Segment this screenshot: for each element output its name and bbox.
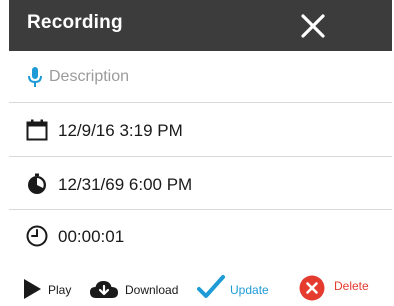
- play-label: Play: [48, 283, 72, 297]
- play-button[interactable]: Play: [22, 268, 87, 306]
- date-created-row: 12/9/16 3:19 PM: [9, 103, 392, 157]
- checkmark-icon: [197, 275, 225, 298]
- date-modified-value: 12/31/69 6:00 PM: [58, 175, 193, 194]
- delete-circle-icon: [299, 275, 325, 301]
- update-button[interactable]: Update: [197, 268, 277, 306]
- cloud-download-icon: [90, 281, 118, 298]
- play-icon: [24, 279, 41, 299]
- calendar-icon: [26, 119, 48, 141]
- download-button[interactable]: Download: [89, 268, 189, 306]
- date-created-value: 12/9/16 3:19 PM: [58, 121, 183, 140]
- delete-label: Delete: [334, 279, 369, 293]
- description-input[interactable]: [49, 64, 369, 90]
- delete-button[interactable]: Delete: [299, 268, 379, 306]
- dialog-title: Recording: [27, 12, 123, 33]
- update-label: Update: [230, 283, 269, 297]
- action-bar: Play Download Update Delete: [9, 268, 392, 306]
- clock-icon: [26, 225, 48, 247]
- timer-icon: [28, 173, 46, 194]
- duration-row: 00:00:01: [9, 210, 392, 263]
- close-icon[interactable]: [299, 12, 327, 40]
- download-label: Download: [125, 283, 179, 297]
- microphone-icon[interactable]: [26, 66, 44, 88]
- dialog-header: Recording: [9, 0, 392, 51]
- description-row: [9, 51, 392, 103]
- date-modified-row: 12/31/69 6:00 PM: [9, 157, 392, 210]
- duration-value: 00:00:01: [58, 227, 125, 246]
